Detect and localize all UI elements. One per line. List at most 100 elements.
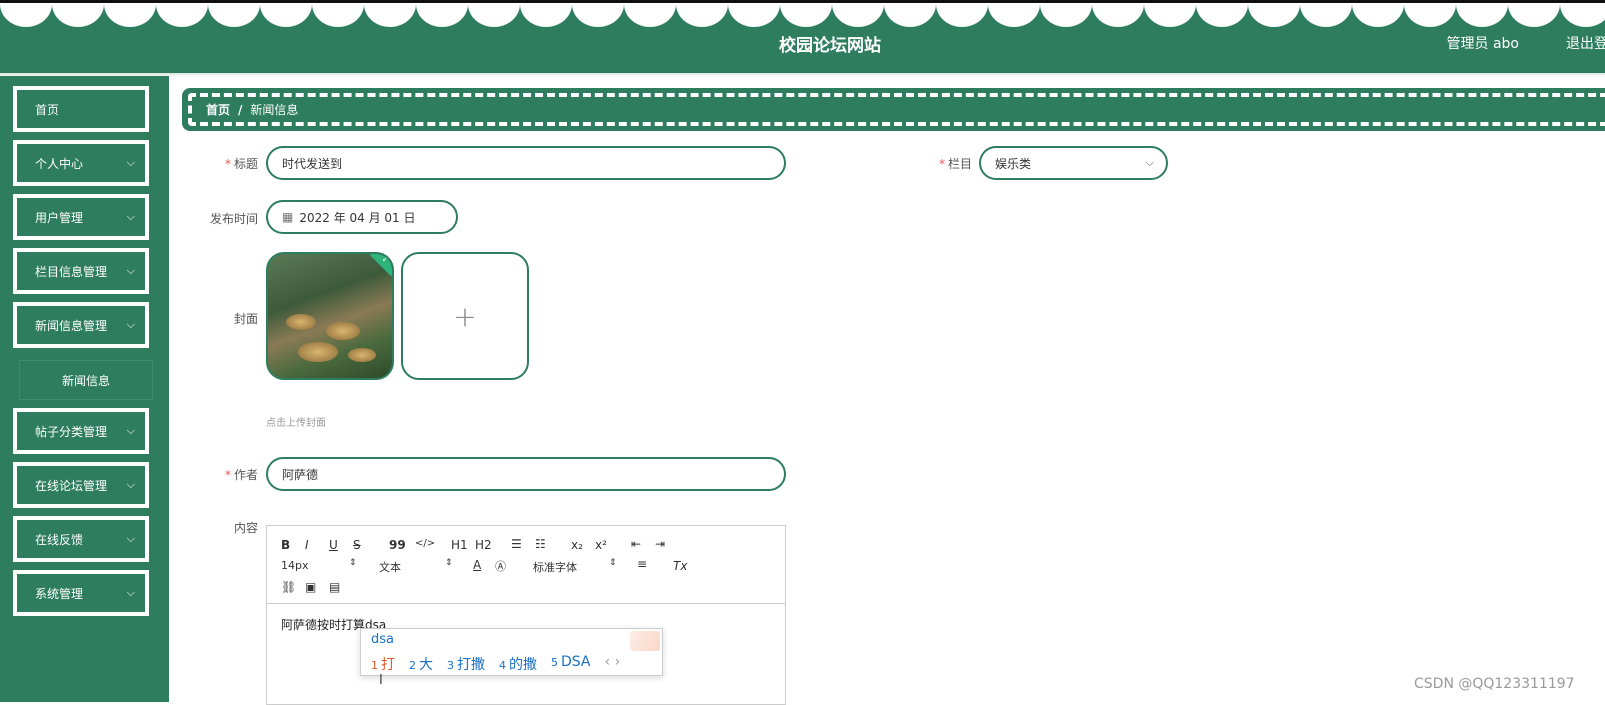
- sidebar-item-label: 系统管理: [35, 586, 84, 601]
- author-label: * 作者: [178, 466, 258, 483]
- author-input-value: 阿萨德: [282, 467, 319, 482]
- sidebar-item-system-management[interactable]: 系统管理 ⌵: [13, 570, 149, 616]
- column-select-value: 娱乐类: [995, 156, 1032, 171]
- sidebar: 首页 个人中心 ⌵ 用户管理 ⌵ 栏目信息管理 ⌵ 新闻信息管理 ⌵ 新闻信息 …: [0, 76, 169, 702]
- column-label: * 栏目: [892, 155, 972, 172]
- column-label-text: 栏目: [947, 157, 972, 171]
- author-label-text: 作者: [233, 468, 258, 482]
- ime-candidate-list: 1打 2大 3 打撒 4 的撒 5 DSA ‹ ›: [371, 654, 620, 674]
- breadcrumb: 首页 / 新闻信息: [182, 88, 1605, 131]
- strikethrough-button[interactable]: S: [353, 538, 361, 552]
- required-mark: *: [224, 157, 231, 171]
- sidebar-item-label: 在线论坛管理: [35, 478, 108, 493]
- sidebar-item-post-category[interactable]: 帖子分类管理 ⌵: [13, 408, 149, 454]
- ime-candidate-popup: dsa 1打 2大 3 打撒 4 的撒 5 DSA ‹ ›: [360, 628, 663, 676]
- text-type-select[interactable]: 文本: [379, 559, 401, 575]
- cover-image-thumbnail[interactable]: ✓: [266, 252, 394, 380]
- upload-cover-button[interactable]: +: [401, 252, 529, 380]
- superscript-button[interactable]: x²: [595, 538, 607, 552]
- chevron-down-icon: ⌵: [126, 318, 135, 331]
- sidebar-item-forum-management[interactable]: 在线论坛管理 ⌵: [13, 462, 149, 508]
- clear-format-button[interactable]: Tx: [673, 559, 687, 573]
- ordered-list-icon[interactable]: ☰: [511, 537, 522, 551]
- heading2-button[interactable]: H2: [475, 538, 492, 552]
- image-icon[interactable]: ▣: [305, 580, 316, 594]
- outdent-icon[interactable]: ⇤: [631, 537, 641, 551]
- font-color-icon[interactable]: A: [473, 558, 481, 572]
- text-cursor-icon: I: [379, 673, 383, 688]
- sidebar-subitem-news[interactable]: 新闻信息: [20, 361, 152, 399]
- title-label-text: 标题: [233, 157, 258, 171]
- author-input[interactable]: 阿萨德: [266, 457, 786, 491]
- updown-icon: ⇕: [609, 558, 617, 568]
- calendar-icon: ▦: [282, 210, 294, 224]
- title-input[interactable]: 时代发送到: [266, 146, 786, 180]
- chevron-down-icon: ⌵: [126, 478, 135, 491]
- ime-decoration: [630, 631, 660, 651]
- watermark: CSDN @QQ123311197: [1414, 676, 1575, 692]
- ime-candidate[interactable]: 2大: [409, 654, 433, 674]
- sidebar-item-label: 个人中心: [35, 156, 84, 171]
- chevron-down-icon: ⌵: [126, 532, 135, 545]
- ime-page-nav[interactable]: ‹ ›: [605, 654, 621, 674]
- top-header: 校园论坛网站 管理员 abo 退出登: [0, 0, 1605, 73]
- column-select[interactable]: 娱乐类 ⌵: [979, 146, 1168, 180]
- logout-link[interactable]: 退出登: [1566, 33, 1605, 53]
- chevron-down-icon: ⌵: [1145, 156, 1154, 169]
- sidebar-item-label: 新闻信息管理: [35, 318, 108, 333]
- ime-candidate[interactable]: 3 打撒: [447, 654, 485, 674]
- content-label: 内容: [233, 521, 258, 535]
- sidebar-item-label: 帖子分类管理: [35, 424, 108, 439]
- video-icon[interactable]: ▤: [329, 580, 340, 594]
- background-color-icon[interactable]: Ⓐ: [495, 558, 506, 574]
- cover-label: 封面: [233, 312, 258, 326]
- sidebar-item-user-management[interactable]: 用户管理 ⌵: [13, 194, 149, 240]
- sidebar-item-home[interactable]: 首页: [13, 86, 149, 132]
- editor-toolbar: B I U S 99 </> H1 H2 ☰ ☷ x₂ x² ⇤ ⇥ 14px …: [267, 526, 785, 604]
- date-picker-value: 2022 年 04 月 01 日: [299, 210, 416, 225]
- ime-candidate[interactable]: 5 DSA: [551, 654, 591, 674]
- chevron-down-icon: ⌵: [126, 586, 135, 599]
- title-label: * 标题: [178, 155, 258, 172]
- breadcrumb-separator: /: [238, 102, 243, 117]
- sidebar-item-personal-center[interactable]: 个人中心 ⌵: [13, 140, 149, 186]
- chevron-down-icon: ⌵: [126, 210, 135, 223]
- rich-text-editor: B I U S 99 </> H1 H2 ☰ ☷ x₂ x² ⇤ ⇥ 14px …: [266, 525, 786, 705]
- ime-candidate[interactable]: 1打: [371, 654, 395, 674]
- ime-input-text: dsa: [371, 632, 394, 647]
- required-mark: *: [938, 157, 945, 171]
- site-title: 校园论坛网站: [779, 36, 881, 56]
- chevron-down-icon: ⌵: [126, 264, 135, 277]
- breadcrumb-home[interactable]: 首页: [206, 101, 230, 118]
- code-block-button[interactable]: </>: [415, 538, 435, 549]
- bullet-list-icon[interactable]: ☷: [535, 537, 546, 551]
- blockquote-button[interactable]: 99: [389, 538, 406, 552]
- chevron-down-icon: ⌵: [126, 156, 135, 169]
- plus-icon: +: [453, 299, 477, 333]
- sidebar-item-label: 用户管理: [35, 210, 84, 225]
- bold-button[interactable]: B: [281, 538, 290, 552]
- underline-button[interactable]: U: [329, 538, 338, 552]
- font-family-select[interactable]: 标准字体: [533, 559, 577, 575]
- sidebar-item-label: 栏目信息管理: [35, 264, 108, 279]
- ime-candidate[interactable]: 4 的撒: [499, 654, 537, 674]
- admin-username: 管理员 abo: [1446, 36, 1519, 52]
- date-label: 发布时间: [209, 212, 258, 226]
- link-icon[interactable]: ⛓: [281, 580, 296, 594]
- sidebar-item-column-management[interactable]: 栏目信息管理 ⌵: [13, 248, 149, 294]
- italic-button[interactable]: I: [305, 538, 309, 552]
- required-mark: *: [224, 468, 231, 482]
- sidebar-item-feedback[interactable]: 在线反馈 ⌵: [13, 516, 149, 562]
- subscript-button[interactable]: x₂: [571, 538, 583, 552]
- header-shadow: [0, 73, 1605, 77]
- date-picker[interactable]: ▦ 2022 年 04 月 01 日: [266, 200, 458, 234]
- heading1-button[interactable]: H1: [451, 538, 468, 552]
- chevron-down-icon: ⌵: [126, 424, 135, 437]
- align-icon[interactable]: ≡: [637, 557, 647, 571]
- check-icon: ✓: [381, 255, 389, 265]
- header-scallop-decoration: [0, 3, 1605, 31]
- sidebar-item-news-management[interactable]: 新闻信息管理 ⌵: [13, 302, 149, 348]
- indent-icon[interactable]: ⇥: [655, 537, 665, 551]
- font-size-select[interactable]: 14px: [281, 559, 309, 572]
- title-input-value: 时代发送到: [282, 156, 343, 171]
